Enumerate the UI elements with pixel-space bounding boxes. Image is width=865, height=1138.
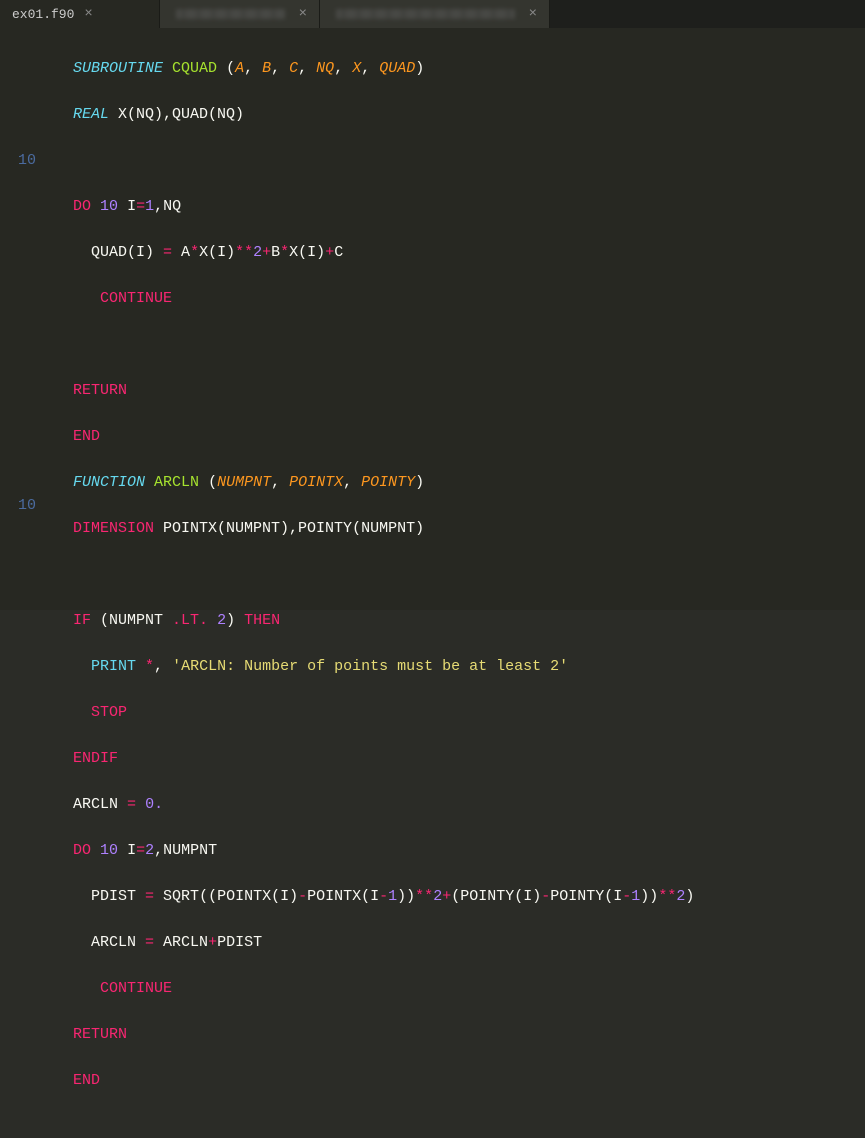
editor: 10 10 SUBROUTINE CQUAD (A, B, C, NQ, X, … [0, 28, 865, 610]
code-line: END [46, 425, 694, 448]
line-label: 10 [0, 494, 36, 517]
code-line: ENDIF [46, 747, 694, 770]
gutter: 10 10 [0, 28, 46, 610]
line-label: 10 [0, 149, 36, 172]
tab-2[interactable]: × [160, 0, 320, 28]
close-icon[interactable]: × [299, 6, 307, 22]
code-line: FUNCTION ARCLN (NUMPNT, POINTX, POINTY) [46, 471, 694, 494]
tab-label-blurred [176, 9, 285, 19]
close-icon[interactable]: × [84, 6, 92, 22]
code-line: ARCLN = 0. [46, 793, 694, 816]
code-line: REAL X(NQ),QUAD(NQ) [46, 103, 694, 126]
code-line: PRINT *, 'ARCLN: Number of points must b… [46, 655, 694, 678]
code-line [46, 333, 694, 356]
code-line: IF (NUMPNT .LT. 2) THEN [46, 609, 694, 632]
code-line: ARCLN = ARCLN+PDIST [46, 931, 694, 954]
tab-label: ex01.f90 [12, 7, 74, 22]
code-line: STOP [46, 701, 694, 724]
code-line: PDIST = SQRT((POINTX(I)-POINTX(I-1))**2+… [46, 885, 694, 908]
code-line: CONTINUE [46, 287, 694, 310]
code-line [46, 149, 694, 172]
tab-bar: ex01.f90 × × × [0, 0, 865, 28]
code-line: RETURN [46, 379, 694, 402]
tab-3[interactable]: × [320, 0, 550, 28]
code-line: CONTINUE [46, 977, 694, 1000]
code-line: END [46, 1069, 694, 1092]
code-line: QUAD(I) = A*X(I)**2+B*X(I)+C [46, 241, 694, 264]
tab-label-blurred [336, 9, 515, 19]
code-line: DO 10 I=1,NQ [46, 195, 694, 218]
code-line: DIMENSION POINTX(NUMPNT),POINTY(NUMPNT) [46, 517, 694, 540]
tab-ex01[interactable]: ex01.f90 × [0, 0, 160, 28]
code-line: RETURN [46, 1023, 694, 1046]
code-line: SUBROUTINE CQUAD (A, B, C, NQ, X, QUAD) [46, 57, 694, 80]
code-line: DO 10 I=2,NUMPNT [46, 839, 694, 862]
close-icon[interactable]: × [529, 6, 537, 22]
code-line [46, 563, 694, 586]
code-area[interactable]: SUBROUTINE CQUAD (A, B, C, NQ, X, QUAD) … [46, 28, 694, 610]
